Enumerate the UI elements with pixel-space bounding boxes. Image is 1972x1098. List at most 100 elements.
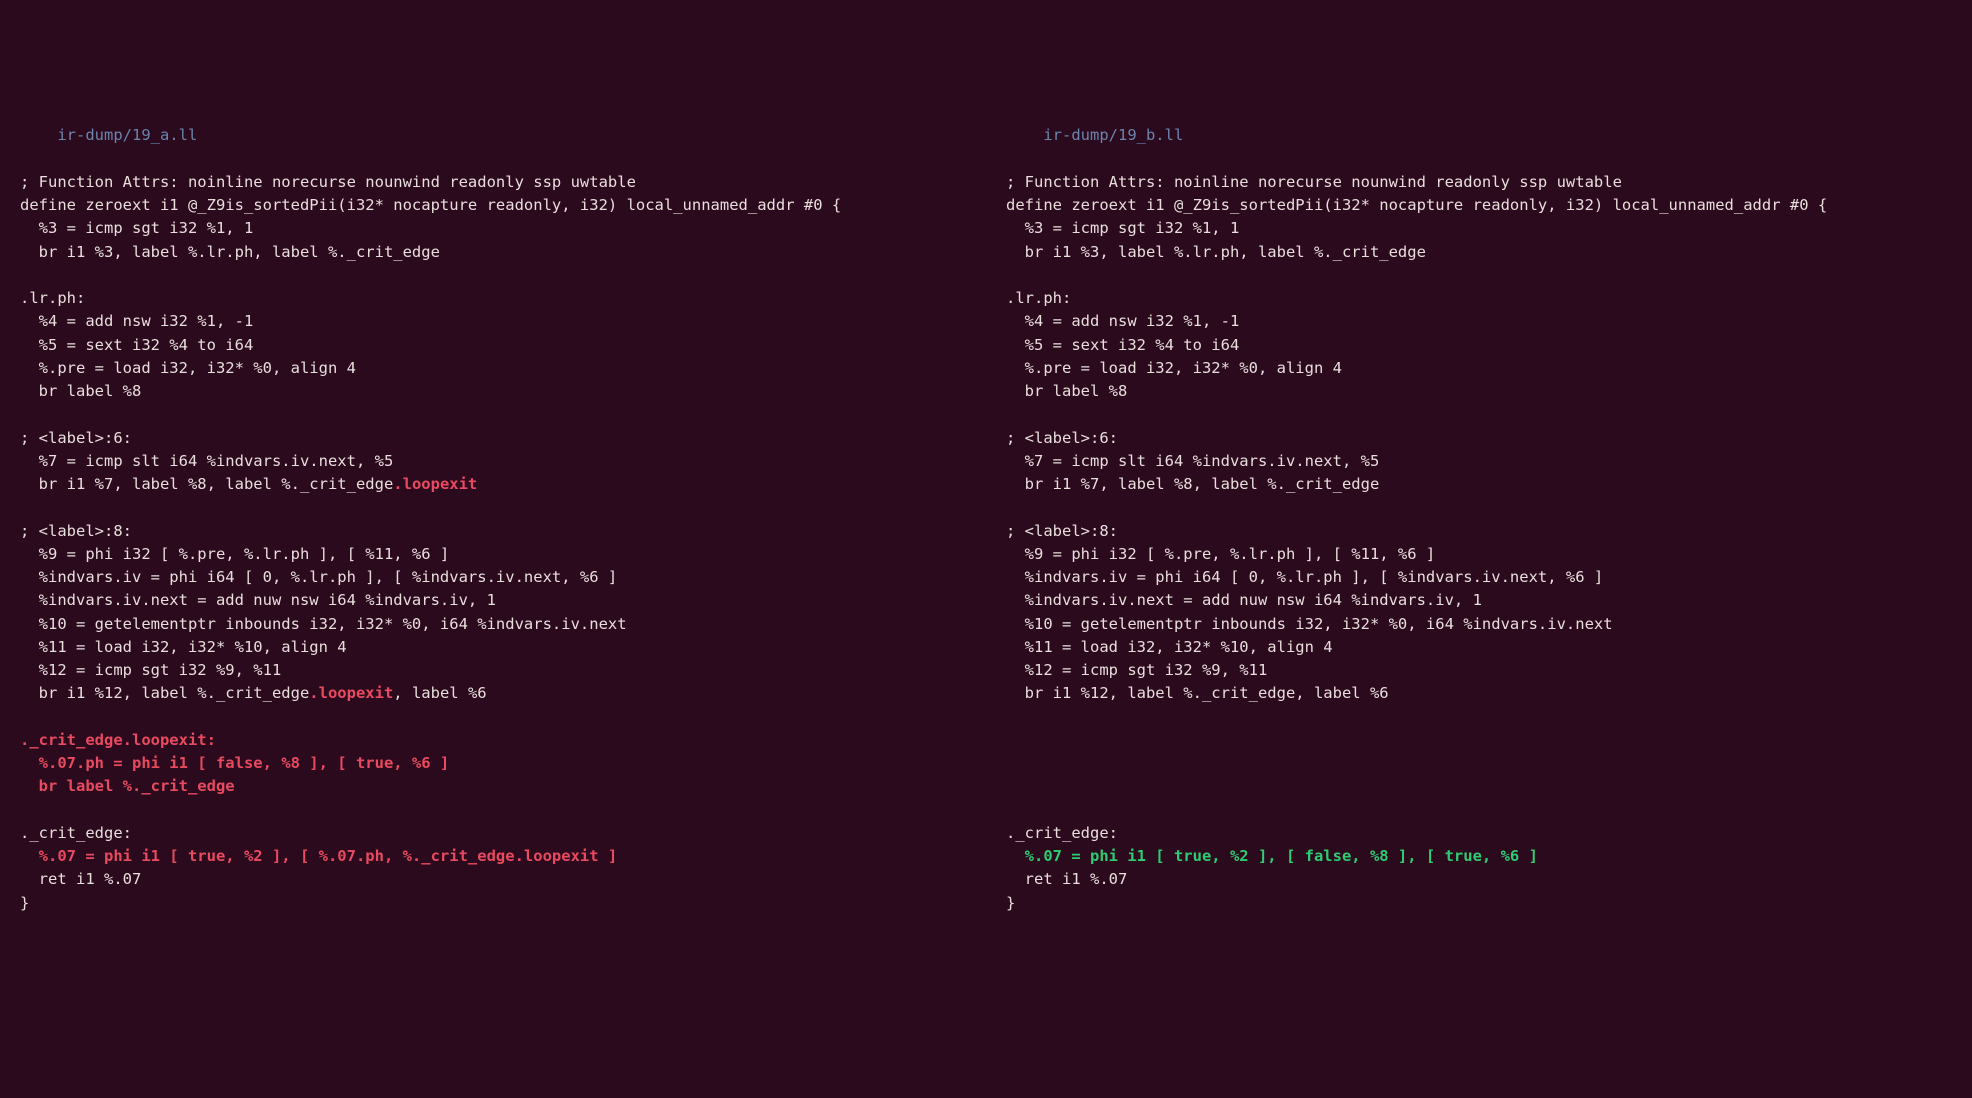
- code-line: %4 = add nsw i32 %1, -1: [20, 310, 986, 333]
- code-line: [1006, 496, 1972, 519]
- code-line: }: [1006, 892, 1972, 915]
- code-segment: }: [1006, 894, 1015, 912]
- code-line: br i1 %7, label %8, label %._crit_edge: [1006, 473, 1972, 496]
- code-segment: %4 = add nsw i32 %1, -1: [1006, 312, 1239, 330]
- code-segment: %.pre = load i32, i32* %0, align 4: [1006, 359, 1342, 377]
- code-line: ret i1 %.07: [1006, 868, 1972, 891]
- code-segment: ; <label>:6:: [20, 429, 132, 447]
- code-segment: ; <label>:8:: [1006, 522, 1118, 540]
- code-segment: , label %6: [393, 684, 486, 702]
- code-segment: .lr.ph:: [20, 289, 85, 307]
- code-segment: br i1 %3, label %.lr.ph, label %._crit_e…: [1006, 243, 1426, 261]
- code-segment: ; <label>:6:: [1006, 429, 1118, 447]
- code-segment: %7 = icmp slt i64 %indvars.iv.next, %5: [20, 452, 393, 470]
- code-line: ._crit_edge:: [1006, 822, 1972, 845]
- code-line: %3 = icmp sgt i32 %1, 1: [20, 217, 986, 240]
- code-line: %.pre = load i32, i32* %0, align 4: [1006, 357, 1972, 380]
- code-line: %9 = phi i32 [ %.pre, %.lr.ph ], [ %11, …: [20, 543, 986, 566]
- code-line: [1006, 775, 1972, 798]
- code-segment: define zeroext i1 @_Z9is_sortedPii(i32* …: [20, 196, 841, 214]
- code-segment: .lr.ph:: [1006, 289, 1071, 307]
- diff-container: ir-dump/19_a.ll ; Function Attrs: noinli…: [0, 101, 1972, 961]
- code-segment: }: [20, 894, 29, 912]
- code-line: [20, 264, 986, 287]
- code-line: ; <label>:8:: [1006, 520, 1972, 543]
- code-segment: ; <label>:8:: [20, 522, 132, 540]
- code-line: ; Function Attrs: noinline norecurse nou…: [20, 171, 986, 194]
- code-line: [1006, 799, 1972, 822]
- code-segment: br i1 %12, label %._crit_edge: [20, 684, 309, 702]
- code-line: %5 = sext i32 %4 to i64: [20, 334, 986, 357]
- code-segment: br i1 %7, label %8, label %._crit_edge: [1006, 475, 1379, 493]
- code-line: %indvars.iv = phi i64 [ 0, %.lr.ph ], [ …: [20, 566, 986, 589]
- code-line: %7 = icmp slt i64 %indvars.iv.next, %5: [1006, 450, 1972, 473]
- code-line: %3 = icmp sgt i32 %1, 1: [1006, 217, 1972, 240]
- code-line: %indvars.iv = phi i64 [ 0, %.lr.ph ], [ …: [1006, 566, 1972, 589]
- code-segment: %3 = icmp sgt i32 %1, 1: [1006, 219, 1239, 237]
- code-segment: %12 = icmp sgt i32 %9, %11: [1006, 661, 1267, 679]
- code-segment: %5 = sext i32 %4 to i64: [20, 336, 253, 354]
- code-line: [20, 799, 986, 822]
- diff-removed-segment: %.07 = phi i1 [ true, %2 ], [ %.07.ph, %…: [20, 847, 617, 865]
- code-segment: %5 = sext i32 %4 to i64: [1006, 336, 1239, 354]
- code-segment: ret i1 %.07: [20, 870, 141, 888]
- code-line: define zeroext i1 @_Z9is_sortedPii(i32* …: [1006, 194, 1972, 217]
- code-segment: define zeroext i1 @_Z9is_sortedPii(i32* …: [1006, 196, 1827, 214]
- code-line: br label %._crit_edge: [20, 775, 986, 798]
- code-line: [1006, 403, 1972, 426]
- code-line: ; <label>:6:: [1006, 427, 1972, 450]
- code-line: %5 = sext i32 %4 to i64: [1006, 334, 1972, 357]
- code-line: define zeroext i1 @_Z9is_sortedPii(i32* …: [20, 194, 986, 217]
- code-line: %.pre = load i32, i32* %0, align 4: [20, 357, 986, 380]
- code-line: [20, 706, 986, 729]
- right-code-body: ; Function Attrs: noinline norecurse nou…: [1006, 171, 1972, 915]
- left-filename: ir-dump/19_a.ll: [57, 126, 197, 144]
- code-line: ; Function Attrs: noinline norecurse nou…: [1006, 171, 1972, 194]
- code-line: [1006, 706, 1972, 729]
- code-segment: br i1 %7, label %8, label %._crit_edge: [20, 475, 393, 493]
- code-line: [20, 496, 986, 519]
- code-line: %11 = load i32, i32* %10, align 4: [20, 636, 986, 659]
- code-segment: br label %8: [1006, 382, 1127, 400]
- code-line: %10 = getelementptr inbounds i32, i32* %…: [1006, 613, 1972, 636]
- diff-added-segment: %.07 = phi i1 [ true, %2 ], [ false, %8 …: [1006, 847, 1538, 865]
- code-line: ret i1 %.07: [20, 868, 986, 891]
- diff-right-pane: ir-dump/19_b.ll ; Function Attrs: noinli…: [986, 101, 1972, 961]
- code-segment: %3 = icmp sgt i32 %1, 1: [20, 219, 253, 237]
- code-line: %indvars.iv.next = add nuw nsw i64 %indv…: [1006, 589, 1972, 612]
- code-line: [20, 403, 986, 426]
- code-segment: %indvars.iv = phi i64 [ 0, %.lr.ph ], [ …: [1006, 568, 1603, 586]
- code-line: br label %8: [1006, 380, 1972, 403]
- code-line: }: [20, 892, 986, 915]
- diff-removed-segment: .loopexit: [309, 684, 393, 702]
- code-segment: %.pre = load i32, i32* %0, align 4: [20, 359, 356, 377]
- code-line: %.07 = phi i1 [ true, %2 ], [ false, %8 …: [1006, 845, 1972, 868]
- code-line: [1006, 752, 1972, 775]
- code-line: %12 = icmp sgt i32 %9, %11: [1006, 659, 1972, 682]
- code-segment: %11 = load i32, i32* %10, align 4: [1006, 638, 1333, 656]
- code-line: br label %8: [20, 380, 986, 403]
- code-line: ._crit_edge.loopexit:: [20, 729, 986, 752]
- code-line: %12 = icmp sgt i32 %9, %11: [20, 659, 986, 682]
- code-segment: br i1 %3, label %.lr.ph, label %._crit_e…: [20, 243, 440, 261]
- code-segment: %7 = icmp slt i64 %indvars.iv.next, %5: [1006, 452, 1379, 470]
- code-line: ; <label>:8:: [20, 520, 986, 543]
- code-segment: %10 = getelementptr inbounds i32, i32* %…: [1006, 615, 1613, 633]
- diff-removed-segment: %.07.ph = phi i1 [ false, %8 ], [ true, …: [20, 754, 449, 772]
- left-code-body: ; Function Attrs: noinline norecurse nou…: [20, 171, 986, 915]
- code-segment: %9 = phi i32 [ %.pre, %.lr.ph ], [ %11, …: [1006, 545, 1435, 563]
- code-segment: br label %8: [20, 382, 141, 400]
- diff-left-pane: ir-dump/19_a.ll ; Function Attrs: noinli…: [0, 101, 986, 961]
- code-line: [1006, 264, 1972, 287]
- code-line: %9 = phi i32 [ %.pre, %.lr.ph ], [ %11, …: [1006, 543, 1972, 566]
- code-line: .lr.ph:: [20, 287, 986, 310]
- diff-removed-segment: .loopexit: [393, 475, 477, 493]
- code-line: %7 = icmp slt i64 %indvars.iv.next, %5: [20, 450, 986, 473]
- code-segment: %indvars.iv.next = add nuw nsw i64 %indv…: [1006, 591, 1482, 609]
- code-segment: ; Function Attrs: noinline norecurse nou…: [20, 173, 636, 191]
- code-segment: ._crit_edge:: [1006, 824, 1118, 842]
- code-line: %.07 = phi i1 [ true, %2 ], [ %.07.ph, %…: [20, 845, 986, 868]
- code-segment: ret i1 %.07: [1006, 870, 1127, 888]
- code-segment: %10 = getelementptr inbounds i32, i32* %…: [20, 615, 627, 633]
- code-line: ; <label>:6:: [20, 427, 986, 450]
